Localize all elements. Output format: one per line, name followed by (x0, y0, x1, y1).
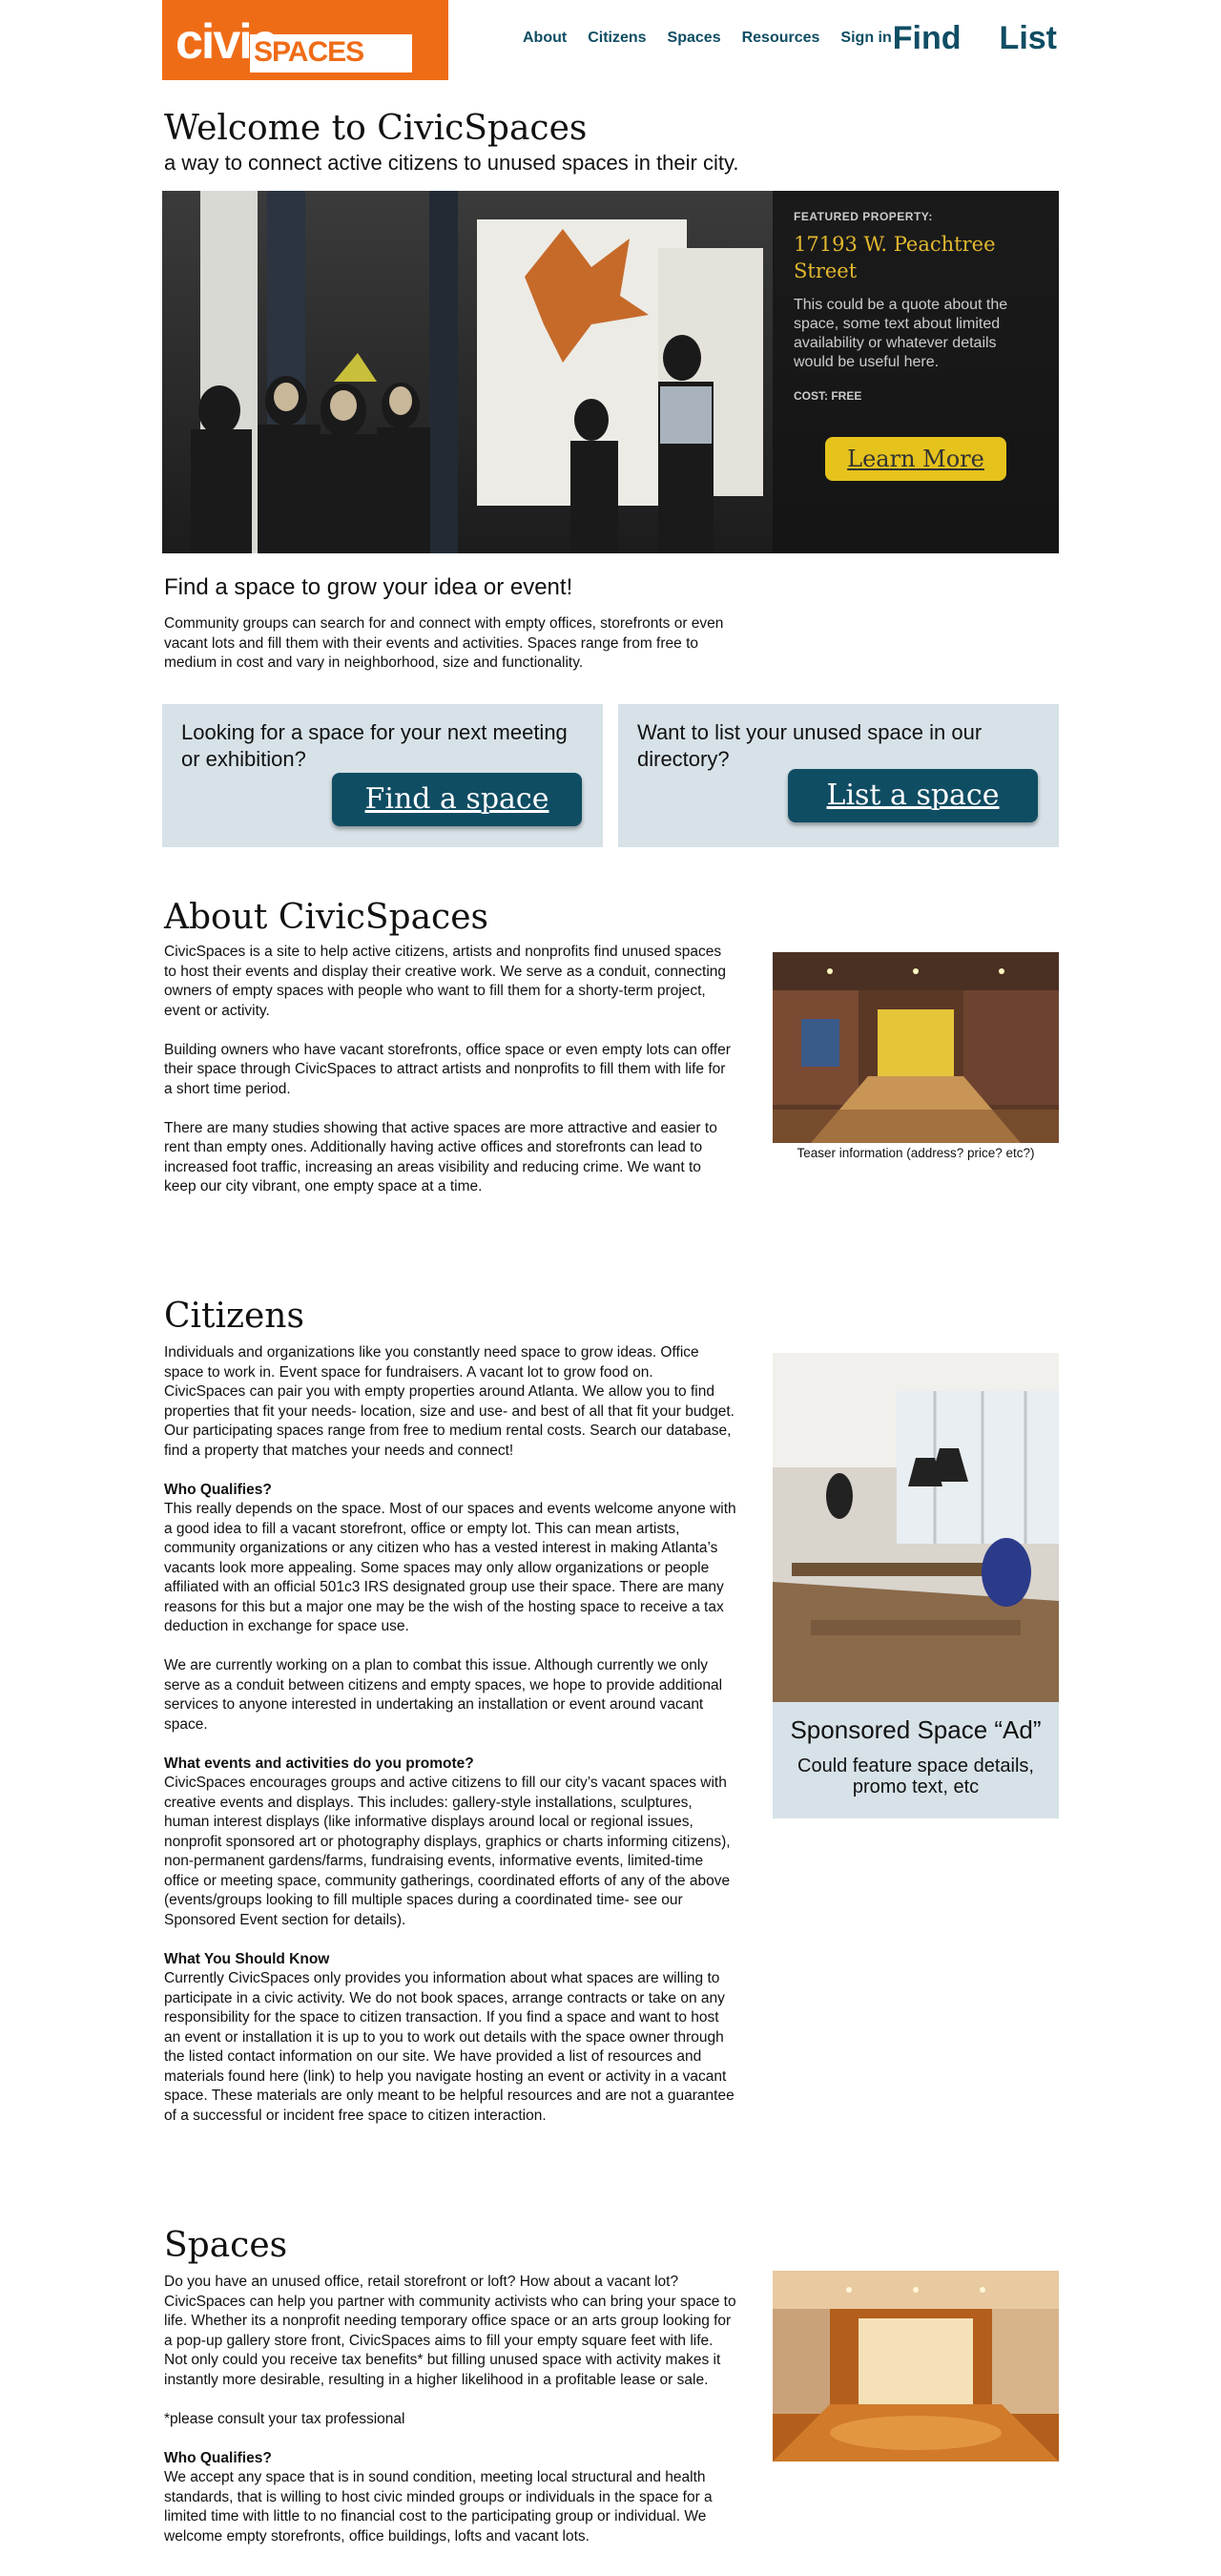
nav-citizens[interactable]: Citizens (588, 27, 646, 50)
spaces-qualifies: Who Qualifies? We accept any space that … (164, 2449, 736, 2547)
about-body: CivicSpaces is a site to help active cit… (164, 943, 736, 1216)
featured-hero: FEATURED PROPERTY: 17193 W. Peachtree St… (162, 191, 1059, 553)
site-logo[interactable]: civic SPACES (162, 0, 448, 80)
loft-interior-image (773, 2271, 1059, 2462)
about-photo[interactable] (773, 952, 1059, 1143)
citizens-photo[interactable] (773, 1353, 1059, 1702)
office-interior-image (773, 952, 1059, 1143)
sponsored-space-ad[interactable]: Sponsored Space “Ad” Could feature space… (773, 1702, 1059, 1818)
find-cta-box: Looking for a space for your next meetin… (162, 704, 603, 847)
citizens-events-text: CivicSpaces encourages groups and active… (164, 1775, 731, 1928)
nav-find[interactable]: Find (893, 17, 962, 59)
find-heading: Find a space to grow your idea or event! (164, 574, 573, 600)
about-paragraph: CivicSpaces is a site to help active cit… (164, 944, 727, 1019)
featured-label: FEATURED PROPERTY: (794, 210, 933, 223)
citizens-know-title: What You Should Know (164, 1950, 330, 1967)
citizens-qualifies-text: This really depends on the space. Most o… (164, 1501, 736, 1634)
ad-text: Could feature space details, promo text,… (797, 1755, 1034, 1797)
citizens-know-text: Currently CivicSpaces only provides you … (164, 1970, 735, 2124)
citizens-intro: Individuals and organizations like you c… (164, 1344, 735, 1459)
about-photo-caption: Teaser information (address? price? etc?… (797, 1146, 1035, 1160)
citizens-plan: We are currently working on a plan to co… (164, 1657, 723, 1733)
page-title: Welcome to CivicSpaces (164, 109, 588, 148)
citizens-know: What You Should Know Currently CivicSpac… (164, 1950, 736, 2127)
nav-list[interactable]: List (1000, 17, 1057, 59)
spaces-qualifies-title: Who Qualifies? (164, 2449, 272, 2466)
spaces-footnote: *please consult your tax professional (164, 2410, 405, 2427)
about-paragraph: Building owners who have vacant storefro… (164, 1041, 731, 1097)
spaces-qualifies-text: We accept any space that is in sound con… (164, 2469, 713, 2545)
nav-spaces[interactable]: Spaces (668, 27, 721, 50)
ad-title: Sponsored Space “Ad” (790, 1715, 1042, 1744)
about-paragraph: There are many studies showing that acti… (164, 1119, 717, 1195)
find-description: Community groups can search for and conn… (164, 615, 724, 671)
citizens-qualifies-title: Who Qualifies? (164, 1481, 272, 1498)
cafe-interior-image (773, 1353, 1059, 1702)
citizens-body: Individuals and organizations like you c… (164, 1343, 736, 2146)
about-heading: About CivicSpaces (164, 898, 488, 937)
citizens-heading: Citizens (164, 1297, 304, 1336)
spaces-photo[interactable] (773, 2271, 1059, 2462)
featured-description: This could be a quote about the space, s… (794, 297, 1008, 370)
spaces-intro: Do you have an unused office, retail sto… (164, 2274, 736, 2388)
find-a-space-button[interactable]: Find a space (332, 773, 582, 826)
spaces-body: Do you have an unused office, retail sto… (164, 2273, 736, 2566)
featured-property-panel: FEATURED PROPERTY: 17193 W. Peachtree St… (773, 191, 1059, 553)
list-cta-box: Want to list your unused space in our di… (618, 704, 1059, 847)
logo-word-spaces: SPACES (254, 36, 364, 68)
featured-cost: COST: FREE (794, 389, 862, 403)
primary-actions-nav: Find List (855, 17, 1057, 59)
find-cta-text: Looking for a space for your next meetin… (181, 720, 568, 771)
featured-address[interactable]: 17193 W. Peachtree Street (794, 231, 1038, 284)
nav-resources[interactable]: Resources (742, 27, 820, 50)
nav-about[interactable]: About (523, 27, 567, 50)
learn-more-button[interactable]: Learn More (825, 437, 1006, 481)
list-cta-text: Want to list your unused space in our di… (637, 720, 983, 771)
list-a-space-button[interactable]: List a space (788, 769, 1038, 822)
spaces-heading: Spaces (164, 2226, 288, 2265)
citizens-events: What events and activities do you promot… (164, 1755, 736, 1931)
tagline: a way to connect active citizens to unus… (164, 151, 739, 175)
citizens-qualifies: Who Qualifies? This really depends on th… (164, 1481, 736, 1637)
citizens-events-title: What events and activities do you promot… (164, 1755, 474, 1772)
